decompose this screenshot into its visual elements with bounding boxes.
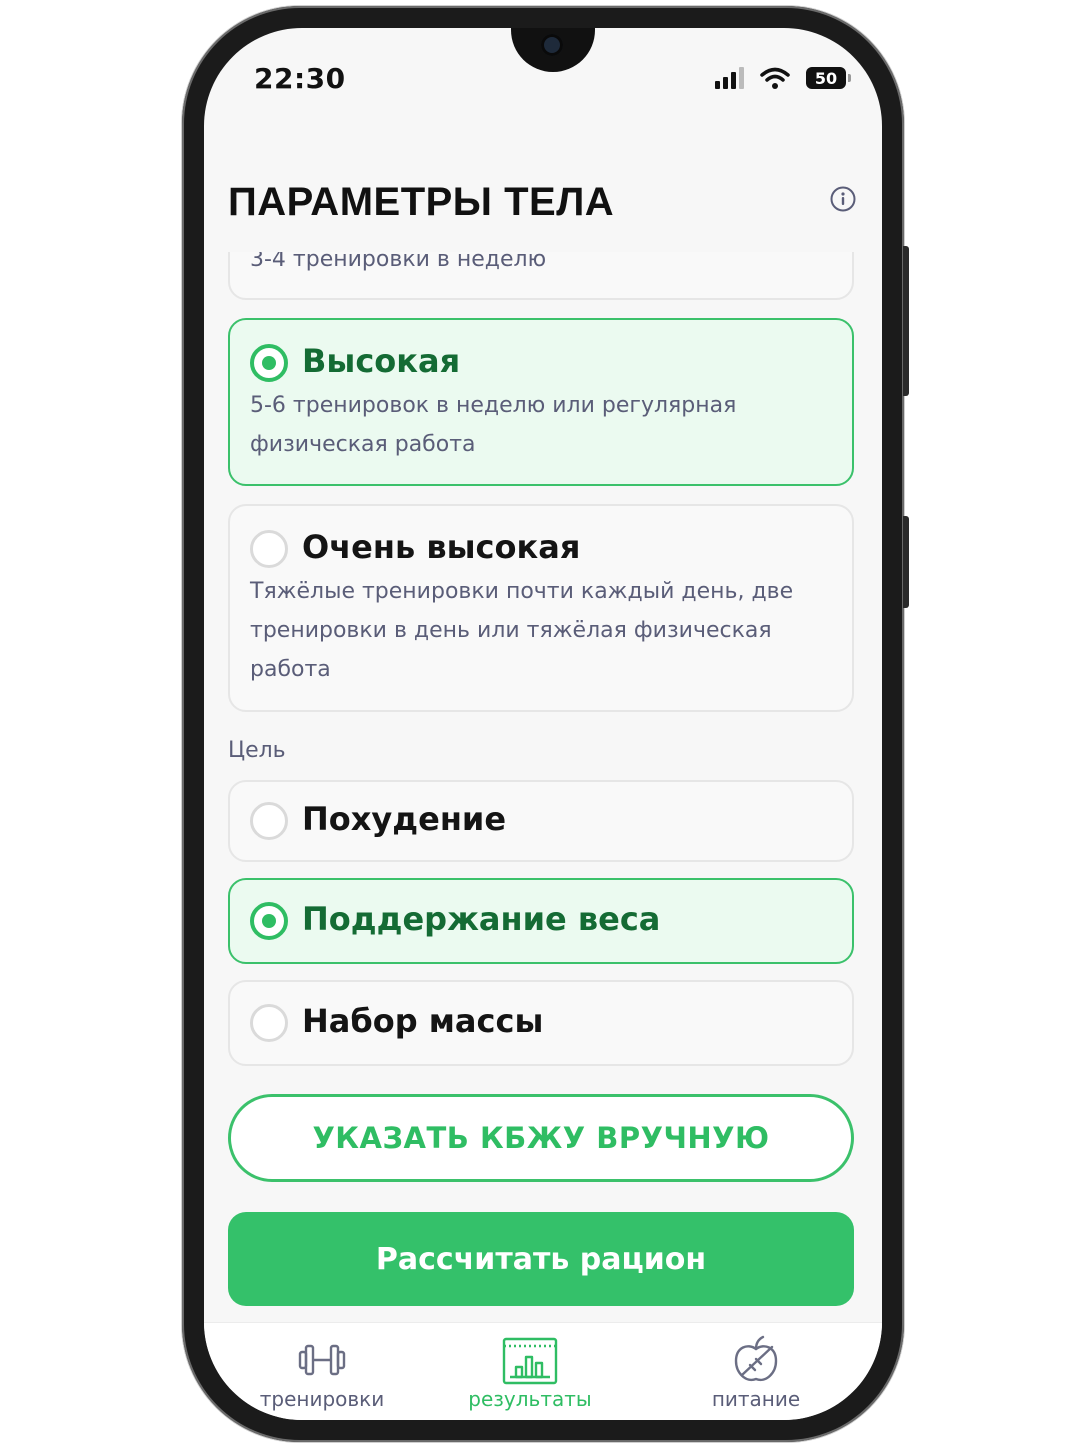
notch: [511, 28, 595, 72]
power-button: [903, 516, 909, 608]
tab-label: тренировки: [259, 1387, 385, 1411]
phone-frame: 22:30 50 ПАРАМЕТРЫ ТЕЛА 3-4 тренировки в…: [182, 6, 909, 1442]
radio-unselected[interactable]: [250, 802, 288, 840]
goal-option-gain[interactable]: Набор массы: [228, 980, 854, 1066]
scroll-content[interactable]: 3-4 тренировки в неделю Высокая 5-6 трен…: [204, 252, 882, 1322]
page-title: ПАРАМЕТРЫ ТЕЛА: [228, 180, 615, 224]
option-title: Набор массы: [302, 1002, 544, 1040]
option-description: Тяжёлые тренировки почти каждый день, дв…: [250, 579, 794, 682]
battery-icon: 50: [806, 67, 851, 89]
option-description: 5-6 тренировок в неделю или регулярная ф…: [250, 393, 737, 457]
tab-bar: тренировки результаты питание: [204, 1322, 882, 1420]
screen: 22:30 50 ПАРАМЕТРЫ ТЕЛА 3-4 тренировки в…: [204, 28, 882, 1420]
manual-macros-button[interactable]: УКАЗАТЬ КБЖУ ВРУЧНУЮ: [228, 1094, 854, 1182]
option-description: 3-4 тренировки в неделю: [250, 252, 547, 272]
option-title: Похудение: [302, 800, 507, 838]
radio-selected[interactable]: [250, 344, 288, 382]
info-icon[interactable]: [830, 186, 856, 212]
status-time: 22:30: [254, 62, 346, 95]
goal-option-maintain[interactable]: Поддержание веса: [228, 878, 854, 964]
option-title: Очень высокая: [302, 528, 581, 566]
dumbbell-icon: [298, 1344, 346, 1376]
tab-workouts[interactable]: тренировки: [222, 1335, 422, 1411]
front-camera: [541, 34, 563, 56]
status-icons: 50: [715, 66, 851, 90]
option-title: Поддержание веса: [302, 900, 661, 938]
activity-option-moderate[interactable]: 3-4 тренировки в неделю: [228, 252, 854, 300]
radio-unselected[interactable]: [250, 530, 288, 568]
tab-results[interactable]: результаты: [430, 1335, 630, 1411]
goal-option-weight-loss[interactable]: Похудение: [228, 780, 854, 862]
activity-option-very-high[interactable]: Очень высокая Тяжёлые тренировки почти к…: [228, 504, 854, 712]
wifi-icon: [760, 67, 790, 89]
goal-label: Цель: [228, 738, 286, 763]
activity-option-high[interactable]: Высокая 5-6 тренировок в неделю или регу…: [228, 318, 854, 486]
tab-nutrition[interactable]: питание: [656, 1335, 856, 1411]
chart-icon: [502, 1337, 558, 1385]
calculate-diet-button[interactable]: Рассчитать рацион: [228, 1212, 854, 1306]
option-title: Высокая: [302, 342, 461, 380]
signal-icon: [715, 67, 744, 89]
tab-label: питание: [711, 1387, 801, 1411]
radio-selected[interactable]: [250, 902, 288, 940]
apple-icon: [734, 1335, 778, 1382]
tab-label: результаты: [468, 1387, 592, 1411]
radio-unselected[interactable]: [250, 1004, 288, 1042]
volume-button: [903, 246, 909, 396]
